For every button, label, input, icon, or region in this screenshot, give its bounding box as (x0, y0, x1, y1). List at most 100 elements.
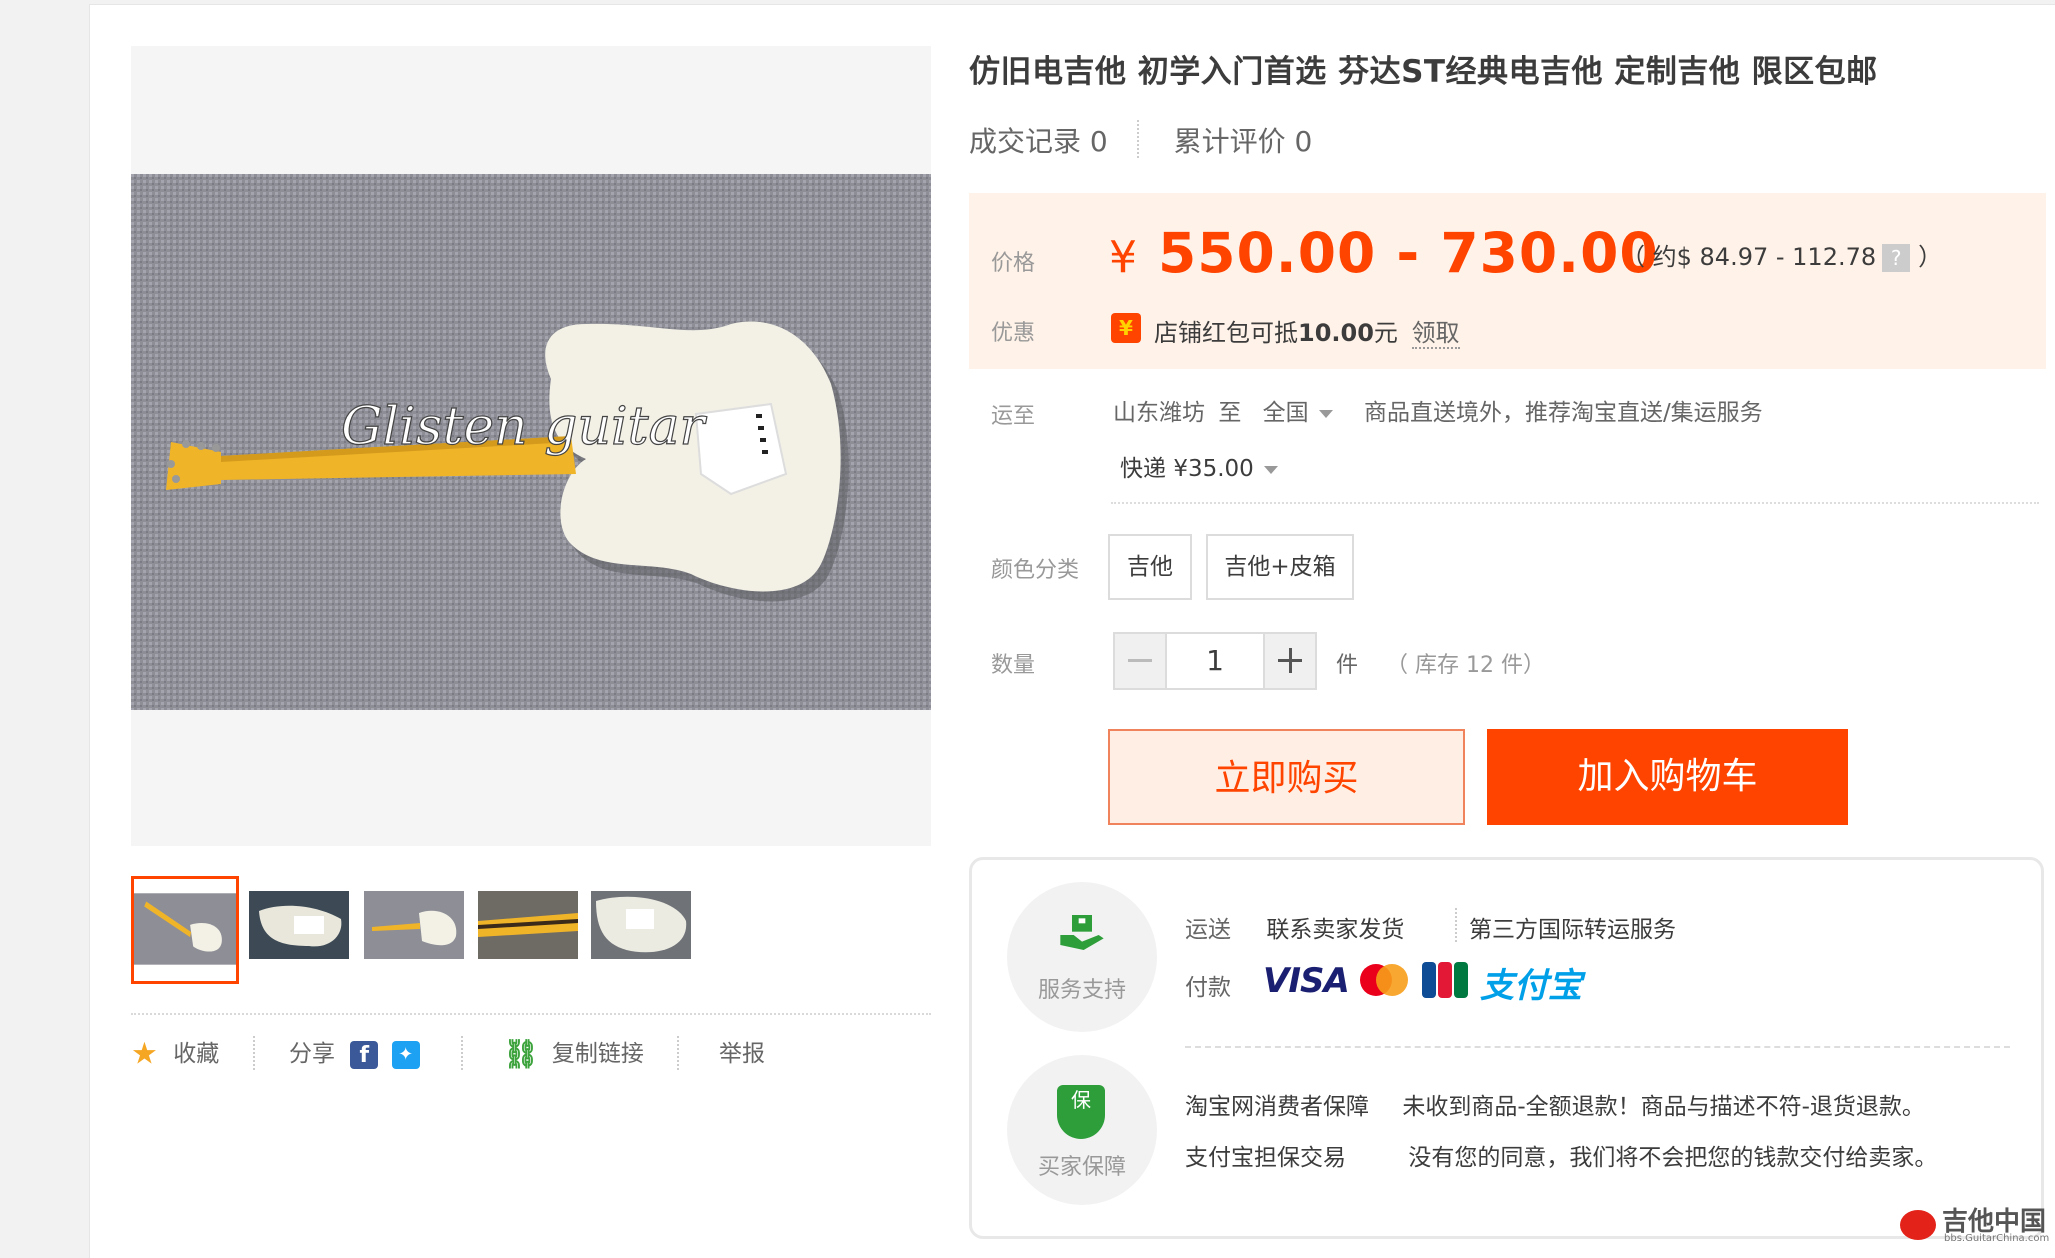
help-icon[interactable]: ? (1882, 244, 1911, 272)
guitar-logo-icon (1900, 1210, 1936, 1240)
reviews-count: 0 (1294, 125, 1313, 158)
facebook-icon[interactable]: f (350, 1040, 379, 1069)
favorite-button[interactable]: ★ 收藏 (131, 1036, 219, 1072)
service-panel: 服务支持 运送 联系卖家发货 第三方国际转运服务 付款 保 买家保障 淘宝网消费… (969, 857, 2044, 1239)
separator (253, 1036, 255, 1070)
thumbnail-image (364, 891, 464, 959)
site-watermark: 吉他中国 bbs.GuitarChina.com (1900, 1200, 2050, 1250)
red-packet-icon: ¥ (1111, 313, 1141, 343)
share-section: 分享 f ✦ (289, 1036, 420, 1072)
service-support-badge: 服务支持 (1007, 882, 1157, 1032)
sales-record-link[interactable]: 成交记录 0 (969, 125, 1108, 158)
visa-logo: VISA (1263, 961, 1350, 1001)
currency-symbol: ¥ (1109, 232, 1138, 283)
guarantee-1-key[interactable]: 淘宝网消费者保障 (1185, 1094, 1369, 1120)
add-to-cart-button[interactable]: 加入购物车 (1487, 729, 1848, 825)
sales-count: 0 (1089, 125, 1108, 158)
divider (1185, 1046, 2010, 1048)
claim-coupon-link[interactable]: 领取 (1411, 319, 1460, 349)
product-title: 仿旧电吉他 初学入门首选 芬达ST经典电吉他 定制吉他 限区包邮 (969, 54, 1878, 90)
copy-link-label: 复制链接 (551, 1041, 644, 1067)
chevron-down-icon (1263, 465, 1278, 474)
separator (1137, 120, 1139, 158)
stock-info: （ 库存 12 件） (1386, 653, 1545, 678)
guarantee-row-1: 淘宝网消费者保障 未收到商品-全额退款！商品与描述不符-退货退款。 (1185, 1087, 1925, 1121)
shipping-label: 运至 (991, 404, 1036, 429)
reviews-link[interactable]: 累计评价 0 (1174, 125, 1313, 158)
sku-option-guitar-case[interactable]: 吉他+皮箱 (1206, 534, 1354, 600)
guarantee-2-value: 没有您的同意，我们将不会把您的钱款交付给卖家。 (1408, 1145, 1938, 1171)
separator (677, 1036, 679, 1070)
thumbnail-image (249, 891, 349, 959)
converted-price-text: （ 约$ 84.97 - 112.78 (1621, 243, 1877, 271)
service-support-label: 服务支持 (1037, 978, 1126, 1003)
contact-seller-text: 联系卖家发货 (1266, 917, 1405, 943)
sales-label: 成交记录 (969, 125, 1082, 158)
shipping-origin: 山东潍坊 (1113, 400, 1205, 426)
divider (1111, 502, 2039, 504)
coupon-unit: 元 (1373, 319, 1398, 347)
thumbnail-1[interactable] (131, 876, 239, 984)
twitter-icon[interactable]: ✦ (391, 1040, 420, 1069)
quantity-unit: 件 (1336, 653, 1359, 678)
shipping-route: 山东潍坊 至 全国 商品直送境外，推荐淘宝直送/集运服务 (1113, 393, 1763, 427)
converted-price-close: ） (1918, 243, 1943, 271)
main-product-image[interactable]: Glisten guitar (131, 174, 931, 710)
alipay-logo: 支付宝 (1480, 966, 1582, 1006)
product-stats: 成交记录 0 累计评价 0 (969, 120, 1312, 160)
shipping-note: 商品直送境外，推荐淘宝直送/集运服务 (1363, 400, 1763, 426)
jcb-logo (1422, 962, 1468, 998)
site-watermark-url: bbs.GuitarChina.com (1944, 1233, 2050, 1244)
buyer-protection-label: 买家保障 (1037, 1155, 1126, 1180)
destination-select[interactable]: 全国 (1263, 400, 1333, 426)
thumbnail-image (478, 891, 578, 959)
photo-watermark-text: Glisten guitar (341, 397, 707, 457)
chevron-down-icon (1318, 409, 1333, 418)
thumbnail-image (591, 891, 691, 959)
copy-link-button[interactable]: ⛓ 复制链接 (503, 1036, 644, 1072)
mastercard-logo (1360, 964, 1408, 996)
buy-now-button[interactable]: 立即购买 (1108, 729, 1465, 825)
shipping-service-key: 运送 (1185, 917, 1231, 943)
favorite-label: 收藏 (173, 1041, 220, 1067)
shipping-destination: 全国 (1262, 400, 1309, 426)
thumbnail-5[interactable] (591, 891, 691, 959)
shipping-service-row: 运送 联系卖家发货 (1185, 910, 1404, 944)
shield-icon-text: 保 (1071, 1088, 1091, 1112)
price-panel: 价格 ¥550.00 - 730.00 （ 约$ 84.97 - 112.78?… (969, 193, 2046, 369)
price-label: 价格 (991, 251, 1036, 276)
buyer-protection-badge: 保 买家保障 (1007, 1055, 1157, 1205)
promo-label: 优惠 (991, 321, 1036, 346)
shield-icon: 保 (1057, 1085, 1105, 1139)
guarantee-row-2: 支付宝担保交易 没有您的同意，我们将不会把您的钱款交付给卖家。 (1185, 1138, 1937, 1172)
report-link[interactable]: 举报 (719, 1036, 765, 1072)
link-icon: ⛓ (503, 1037, 539, 1071)
price-value: ¥550.00 - 730.00 (1109, 221, 1659, 285)
sku-label: 颜色分类 (991, 558, 1080, 583)
separator (461, 1036, 463, 1070)
divider (131, 1013, 931, 1015)
converted-price: （ 约$ 84.97 - 112.78?） (1621, 237, 1942, 272)
quantity-decrease-button[interactable] (1113, 632, 1167, 690)
thumbnail-4[interactable] (478, 891, 578, 959)
separator (1455, 908, 1457, 942)
thumbnail-image (134, 879, 236, 981)
thumbnail-2[interactable] (249, 891, 349, 959)
shipping-method: 快递 (1120, 456, 1166, 482)
guarantee-2-key[interactable]: 支付宝担保交易 (1185, 1145, 1346, 1171)
share-label: 分享 (289, 1041, 335, 1067)
shipping-fee: ¥35.00 (1173, 456, 1254, 482)
coupon-amount: 10.00 (1298, 319, 1374, 347)
report-label: 举报 (719, 1041, 765, 1067)
guarantee-1-value: 未收到商品-全额退款！商品与描述不符-退货退款。 (1402, 1094, 1925, 1120)
product-gallery[interactable]: Glisten guitar (131, 46, 931, 846)
shipping-method-select[interactable]: 快递 ¥35.00 (1120, 449, 1278, 483)
quantity-increase-button[interactable] (1263, 632, 1317, 690)
reviews-label: 累计评价 (1173, 125, 1286, 158)
quantity-label: 数量 (991, 653, 1036, 678)
coupon-text: 店铺红包可抵 (1154, 319, 1298, 347)
quantity-input[interactable]: 1 (1167, 632, 1263, 690)
shipping-to: 至 (1218, 400, 1242, 426)
sku-option-guitar[interactable]: 吉他 (1108, 534, 1192, 600)
thumbnail-3[interactable] (364, 891, 464, 959)
